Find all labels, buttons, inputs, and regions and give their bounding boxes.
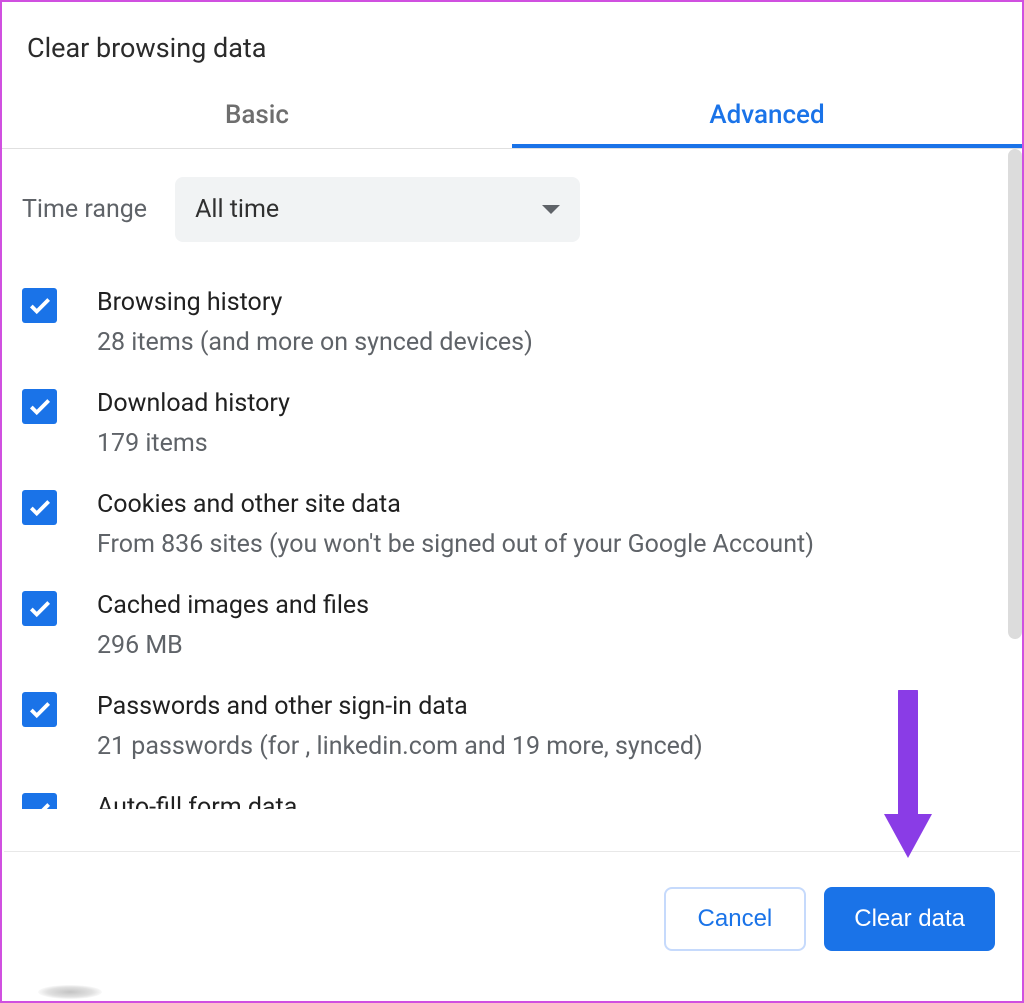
- item-title: Cached images and files: [97, 587, 1002, 625]
- item-subtitle: 28 items (and more on synced devices): [97, 324, 1002, 362]
- item-row-cookies: Cookies and other site data From 836 sit…: [22, 474, 1002, 575]
- checkbox-cached[interactable]: [22, 591, 57, 626]
- check-icon: [27, 697, 53, 723]
- items-list: Browsing history 28 items (and more on s…: [2, 272, 1022, 809]
- item-title: Download history: [97, 385, 1002, 423]
- time-range-value: All time: [195, 195, 279, 224]
- item-title: Cookies and other site data: [97, 486, 1002, 524]
- checkbox-passwords[interactable]: [22, 692, 57, 727]
- checkbox-download-history[interactable]: [22, 389, 57, 424]
- item-text: Auto-fill form data: [97, 789, 1002, 809]
- time-range-row: Time range All time: [2, 149, 1022, 272]
- check-icon: [27, 495, 53, 521]
- decorative-smudge: [38, 985, 102, 999]
- checkbox-cookies[interactable]: [22, 490, 57, 525]
- tab-basic[interactable]: Basic: [2, 84, 512, 148]
- check-icon: [27, 394, 53, 420]
- content-area: Time range All time Browsing history 28 …: [2, 149, 1022, 809]
- item-text: Passwords and other sign-in data 21 pass…: [97, 688, 1002, 765]
- item-subtitle: 21 passwords (for , linkedin.com and 19 …: [97, 728, 1002, 766]
- item-text: Cached images and files 296 MB: [97, 587, 1002, 664]
- time-range-select[interactable]: All time: [175, 177, 580, 242]
- checkbox-browsing-history[interactable]: [22, 288, 57, 323]
- check-icon: [27, 798, 53, 810]
- tab-advanced[interactable]: Advanced: [512, 84, 1022, 148]
- tabs: Basic Advanced: [2, 84, 1022, 149]
- item-title: Passwords and other sign-in data: [97, 688, 1002, 726]
- check-icon: [27, 596, 53, 622]
- item-row-download-history: Download history 179 items: [22, 373, 1002, 474]
- item-text: Browsing history 28 items (and more on s…: [97, 284, 1002, 361]
- item-text: Download history 179 items: [97, 385, 1002, 462]
- time-range-label: Time range: [22, 195, 147, 224]
- cancel-button[interactable]: Cancel: [664, 887, 807, 951]
- dialog-title: Clear browsing data: [2, 2, 1022, 84]
- chevron-down-icon: [542, 205, 560, 214]
- item-row-browsing-history: Browsing history 28 items (and more on s…: [22, 272, 1002, 373]
- item-title: Browsing history: [97, 284, 1002, 322]
- item-text: Cookies and other site data From 836 sit…: [97, 486, 1002, 563]
- check-icon: [27, 293, 53, 319]
- item-row-passwords: Passwords and other sign-in data 21 pass…: [22, 676, 1002, 777]
- item-title: Auto-fill form data: [97, 789, 1002, 809]
- item-subtitle: 179 items: [97, 425, 1002, 463]
- item-row-cached: Cached images and files 296 MB: [22, 575, 1002, 676]
- checkbox-autofill[interactable]: [22, 793, 57, 809]
- dialog-footer: Cancel Clear data: [4, 851, 1020, 1001]
- scrollbar[interactable]: [1008, 149, 1022, 639]
- item-subtitle: From 836 sites (you won't be signed out …: [97, 526, 1002, 564]
- item-subtitle: 296 MB: [97, 627, 1002, 665]
- clear-data-button[interactable]: Clear data: [824, 887, 995, 951]
- item-row-autofill: Auto-fill form data: [22, 777, 1002, 809]
